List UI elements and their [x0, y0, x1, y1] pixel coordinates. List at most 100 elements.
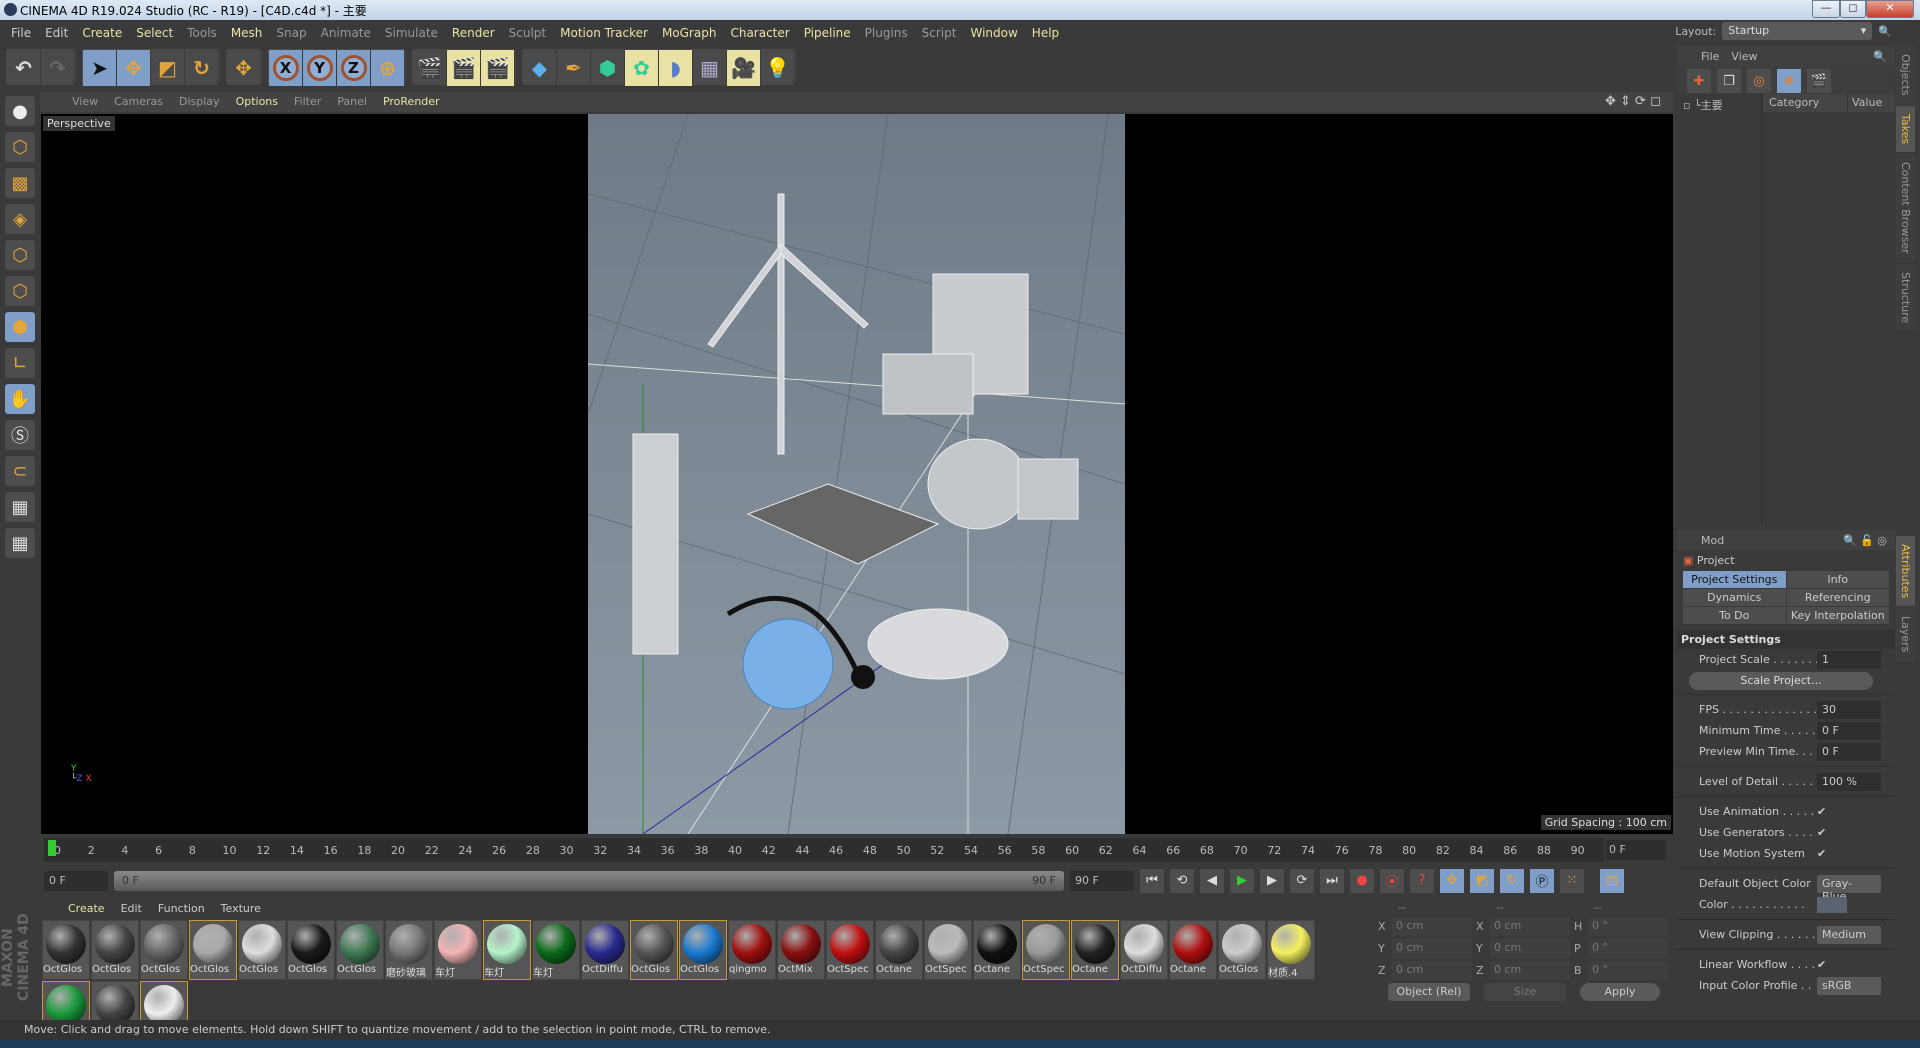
material-item[interactable]: OctGlos: [336, 920, 384, 980]
viewport-menu-prorender[interactable]: ProRender: [375, 92, 448, 112]
viewport-nav-icons[interactable]: ✥ ⇕ ⟳ ◻: [1605, 94, 1661, 109]
workplane-lock-icon[interactable]: ▦: [5, 492, 35, 522]
menu-help[interactable]: Help: [1025, 22, 1066, 44]
lod-field[interactable]: 100 %: [1817, 772, 1881, 791]
render-view-icon[interactable]: 🎬: [413, 50, 447, 86]
coord-field[interactable]: 0 cm: [1392, 961, 1472, 980]
z-axis-lock-button[interactable]: Z: [337, 50, 371, 86]
material-item[interactable]: qingmo: [728, 920, 776, 980]
maximize-button[interactable]: ◻: [1840, 0, 1866, 18]
material-item[interactable]: OctDiffu: [581, 920, 629, 980]
fps-field[interactable]: 30: [1817, 700, 1881, 719]
color-swatch[interactable]: [1817, 896, 1847, 913]
viewport-perspective[interactable]: Perspective Y └Z X Grid Spacing : 100 cm: [41, 114, 1673, 834]
coord-field[interactable]: 0 °: [1588, 917, 1668, 936]
subdivision-icon[interactable]: ⬢: [591, 50, 625, 86]
material-item[interactable]: OctGlos: [630, 920, 678, 980]
material-menu-create[interactable]: Create: [60, 900, 113, 916]
floor-icon[interactable]: ▦: [693, 50, 727, 86]
add-take-icon[interactable]: ✚: [1687, 69, 1711, 93]
key-parameter-icon[interactable]: Ⓟ: [1530, 868, 1554, 893]
coord-field[interactable]: 0 cm: [1392, 939, 1472, 958]
tab-info[interactable]: Info: [1786, 571, 1889, 588]
menu-motion-tracker[interactable]: Motion Tracker: [553, 22, 655, 44]
planar-workplane-icon[interactable]: ▦: [5, 528, 35, 558]
deformer-icon[interactable]: ◗: [659, 50, 693, 86]
keyframe-selection-icon[interactable]: ?: [1410, 868, 1434, 893]
material-item[interactable]: OctGlos: [91, 920, 139, 980]
material-item[interactable]: Octane: [1071, 920, 1119, 980]
make-editable-icon[interactable]: ●: [5, 96, 35, 126]
end-frame-field[interactable]: 90 F: [1070, 870, 1134, 891]
tab-project-settings[interactable]: Project Settings: [1683, 571, 1786, 588]
input-profile-dropdown[interactable]: sRGB: [1817, 976, 1881, 995]
material-item[interactable]: OctSpec: [826, 920, 874, 980]
override-icon[interactable]: ◎: [1747, 69, 1771, 93]
size-mode-dropdown[interactable]: Size: [1484, 983, 1566, 1001]
material-item[interactable]: OctSpec: [1022, 920, 1070, 980]
use-motion-checkbox[interactable]: ✔: [1817, 847, 1826, 860]
material-item[interactable]: Octane: [973, 920, 1021, 980]
coord-field[interactable]: 0 °: [1588, 961, 1668, 980]
points-mode-icon[interactable]: ⬡: [5, 240, 35, 270]
light-icon[interactable]: 💡: [761, 50, 795, 86]
start-frame-field[interactable]: 0 F: [44, 870, 108, 891]
side-tab-objects[interactable]: Objects: [1896, 46, 1915, 104]
material-item[interactable]: OctGlos: [42, 920, 90, 980]
viewport-menu-display[interactable]: Display: [171, 92, 228, 112]
move-tool-icon[interactable]: ✥: [117, 50, 151, 86]
layout-dropdown[interactable]: Startup ▾: [1722, 22, 1873, 40]
material-item[interactable]: 磨砂玻璃: [385, 920, 433, 980]
y-axis-lock-button[interactable]: Y: [303, 50, 337, 86]
menu-tools[interactable]: Tools: [180, 22, 224, 44]
cloner-icon[interactable]: ✿: [625, 50, 659, 86]
material-item[interactable]: OctGlos: [1218, 920, 1266, 980]
side-tab-structure[interactable]: Structure: [1896, 263, 1915, 331]
timeline-ruler[interactable]: 0 2 4 6 8 10 12 14 16 18 20 22 24 26 28 30 32 34 36 38 40 42 4…: [44, 838, 1604, 862]
tab-to-do[interactable]: To Do: [1683, 607, 1786, 624]
scale-project-button[interactable]: Scale Project...: [1689, 672, 1873, 690]
scale-tool-icon[interactable]: ◩: [151, 50, 185, 86]
timeline-window-icon[interactable]: ▤: [1600, 868, 1624, 893]
viewport-menu-panel[interactable]: Panel: [329, 92, 375, 112]
attributes-icons[interactable]: 🔍 🔓 ◎: [1843, 534, 1895, 547]
apply-button[interactable]: Apply: [1580, 983, 1660, 1001]
key-scale-icon[interactable]: ◩: [1470, 868, 1494, 893]
cube-icon[interactable]: ◆: [523, 50, 557, 86]
menu-mograph[interactable]: MoGraph: [655, 22, 724, 44]
material-item[interactable]: OctGlos: [238, 920, 286, 980]
material-item[interactable]: 车灯: [532, 920, 580, 980]
render-picture-viewer-icon[interactable]: 🎬: [447, 50, 481, 86]
workplane-mode-icon[interactable]: ◈: [5, 204, 35, 234]
playhead[interactable]: [48, 840, 56, 856]
play-icon[interactable]: ▶: [1230, 868, 1254, 893]
takes-search-icon[interactable]: 🔍: [1873, 50, 1895, 63]
tab-key-interpolation[interactable]: Key Interpolation: [1786, 607, 1889, 624]
tab-referencing[interactable]: Referencing: [1786, 589, 1889, 606]
menu-character[interactable]: Character: [723, 22, 796, 44]
side-tab-content-browser[interactable]: Content Browser: [1896, 153, 1915, 262]
material-item[interactable]: Octane: [875, 920, 923, 980]
menu-snap[interactable]: Snap: [269, 22, 313, 44]
move-recent-tool-icon[interactable]: ✥: [227, 50, 261, 86]
side-tab-takes[interactable]: Takes: [1896, 105, 1915, 152]
live-selection-icon[interactable]: ➤: [83, 50, 117, 86]
menu-file[interactable]: File: [4, 22, 38, 44]
magnet-icon[interactable]: ⊂: [5, 456, 35, 486]
current-frame-field[interactable]: 0 F: [1606, 840, 1666, 860]
use-animation-checkbox[interactable]: ✔: [1817, 805, 1826, 818]
side-tab-layers[interactable]: Layers: [1896, 608, 1915, 661]
material-item[interactable]: 车灯: [483, 920, 531, 980]
menu-select[interactable]: Select: [129, 22, 180, 44]
clone-take-icon[interactable]: ❐: [1717, 69, 1741, 93]
coord-mode-dropdown[interactable]: Object (Rel): [1388, 983, 1470, 1001]
material-item[interactable]: OctMix: [777, 920, 825, 980]
preview-min-field[interactable]: 0 F: [1817, 742, 1881, 761]
takes-view-menu[interactable]: View: [1731, 50, 1757, 63]
search-icon[interactable]: 🔍: [1878, 25, 1892, 38]
edges-mode-icon[interactable]: ⬡: [5, 276, 35, 306]
snap-icon[interactable]: Ⓢ: [5, 420, 35, 450]
next-key-icon[interactable]: ⟳: [1290, 868, 1314, 893]
coord-field[interactable]: 0 cm: [1392, 917, 1472, 936]
undo-icon[interactable]: ↶: [7, 50, 41, 86]
